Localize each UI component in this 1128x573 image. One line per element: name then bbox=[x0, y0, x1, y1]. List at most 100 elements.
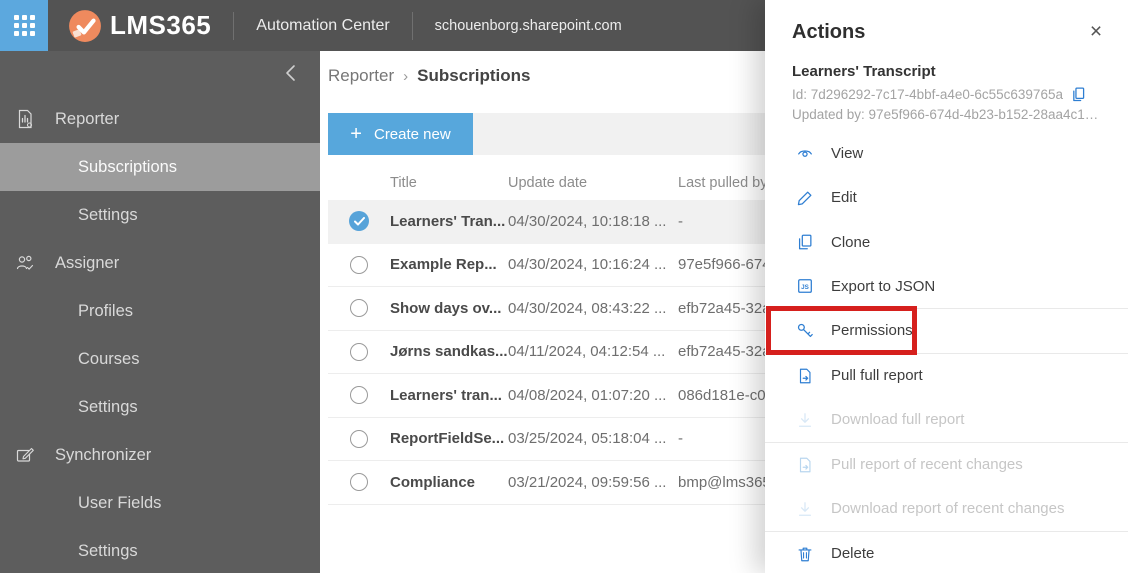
action-label: Edit bbox=[831, 189, 857, 207]
close-panel-button[interactable]: × bbox=[1084, 20, 1108, 44]
sidebar-item-synchronizer-settings[interactable]: Settings bbox=[0, 527, 320, 573]
row-radio[interactable] bbox=[350, 299, 368, 318]
header-title[interactable]: Title bbox=[390, 175, 508, 191]
download-icon bbox=[798, 501, 812, 516]
table-row[interactable]: Compliance 03/21/2024, 09:59:56 ... bmp@… bbox=[328, 461, 765, 505]
sidebar-item-label: Settings bbox=[78, 397, 138, 416]
row-radio[interactable] bbox=[350, 386, 368, 405]
lms365-logo-icon bbox=[69, 9, 101, 42]
subscriptions-table: Title Update date Last pulled by Learner… bbox=[328, 165, 765, 573]
action-export-json[interactable]: JS Export to JSON bbox=[765, 265, 1128, 309]
lms365-logo[interactable]: LMS365 bbox=[68, 9, 211, 43]
action-label: Clone bbox=[831, 233, 871, 251]
command-bar: + Create new bbox=[328, 113, 765, 155]
action-pull-full-report[interactable]: Pull full report bbox=[765, 354, 1128, 399]
sidebar-collapse-row bbox=[0, 51, 320, 95]
action-delete[interactable]: Delete bbox=[765, 532, 1128, 573]
create-new-button[interactable]: + Create new bbox=[328, 113, 473, 155]
table-row[interactable]: Learners' Tran... 04/30/2024, 10:18:18 .… bbox=[328, 200, 765, 244]
row-radio[interactable] bbox=[350, 473, 368, 492]
report-icon bbox=[18, 109, 33, 129]
sidebar-item-user-fields[interactable]: User Fields bbox=[0, 479, 320, 527]
sidebar-item-label: Settings bbox=[78, 205, 138, 224]
action-label: Permissions bbox=[831, 322, 913, 340]
action-label: Delete bbox=[831, 545, 875, 563]
key-icon bbox=[797, 323, 813, 337]
action-edit[interactable]: Edit bbox=[765, 176, 1128, 221]
panel-title: Actions bbox=[792, 21, 866, 43]
row-radio[interactable] bbox=[350, 342, 368, 361]
table-row[interactable]: Jørns sandkas... 04/11/2024, 04:12:54 ..… bbox=[328, 330, 765, 374]
sidebar-item-label: Synchronizer bbox=[55, 445, 152, 464]
sidebar-item-label: Assigner bbox=[55, 253, 120, 272]
plus-icon: + bbox=[350, 123, 362, 145]
copy-icon[interactable] bbox=[1070, 86, 1087, 103]
svg-text:JS: JS bbox=[801, 284, 809, 291]
action-label: View bbox=[831, 144, 864, 162]
app-launcher-button[interactable] bbox=[0, 0, 48, 51]
breadcrumb: Reporter › Subscriptions bbox=[328, 66, 531, 86]
sidebar-item-synchronizer[interactable]: Synchronizer bbox=[0, 431, 320, 479]
cell-title: ReportFieldSe... bbox=[390, 430, 505, 448]
trash-icon bbox=[798, 547, 812, 562]
action-permissions[interactable]: Permissions bbox=[765, 309, 1128, 354]
app-title: Automation Center bbox=[256, 16, 390, 34]
sidebar-item-label: Subscriptions bbox=[78, 157, 178, 176]
sidebar-item-assigner-settings[interactable]: Settings bbox=[0, 383, 320, 431]
brand-name: LMS365 bbox=[110, 10, 212, 40]
sidebar-item-label: Settings bbox=[78, 541, 138, 560]
cell-update-date: 04/11/2024, 04:12:54 ... bbox=[508, 343, 666, 361]
cell-last-pulled-by: efb72a45-32a bbox=[678, 343, 765, 361]
action-label: Pull report of recent changes bbox=[831, 456, 1023, 474]
selected-item-name: Learners' Transcript bbox=[792, 63, 936, 80]
table-row[interactable]: Show days ov... 04/30/2024, 08:43:22 ...… bbox=[328, 287, 765, 331]
actions-panel: Actions × Learners' Transcript Id: 7d296… bbox=[765, 0, 1128, 573]
cell-update-date: 03/21/2024, 09:59:56 ... bbox=[508, 473, 667, 491]
cell-last-pulled-by: - bbox=[678, 212, 683, 230]
cell-last-pulled-by: bmp@lms365 bbox=[678, 473, 765, 491]
action-label: Download report of recent changes bbox=[831, 500, 1065, 518]
sidebar-item-label: Profiles bbox=[78, 301, 134, 320]
sidebar-item-reporter-settings[interactable]: Settings bbox=[0, 191, 320, 239]
breadcrumb-current[interactable]: Subscriptions bbox=[417, 66, 530, 86]
synchronizer-icon bbox=[16, 447, 34, 462]
action-pull-recent-changes: Pull report of recent changes bbox=[765, 443, 1128, 488]
table-row[interactable]: ReportFieldSe... 03/25/2024, 05:18:04 ..… bbox=[328, 417, 765, 461]
download-icon bbox=[798, 412, 812, 427]
assigner-icon bbox=[16, 255, 34, 270]
sidebar-item-profiles[interactable]: Profiles bbox=[0, 287, 320, 335]
action-view[interactable]: View bbox=[765, 131, 1128, 176]
sidebar-item-courses[interactable]: Courses bbox=[0, 335, 320, 383]
selected-item-id-row: Id: 7d296292-7c17-4bbf-a4e0-6c55c639765a bbox=[792, 86, 1087, 103]
top-bar: LMS365 Automation Center schouenborg.sha… bbox=[0, 0, 765, 51]
row-radio[interactable] bbox=[350, 429, 368, 448]
breadcrumb-parent[interactable]: Reporter bbox=[328, 66, 394, 86]
table-header: Title Update date Last pulled by bbox=[328, 165, 765, 200]
sidebar-item-subscriptions[interactable]: Subscriptions bbox=[0, 143, 320, 191]
export-json-icon: JS bbox=[798, 279, 812, 294]
cell-last-pulled-by: - bbox=[678, 430, 683, 448]
collapse-sidebar-button[interactable] bbox=[278, 61, 302, 85]
cell-last-pulled-by: 97e5f966-674 bbox=[678, 256, 765, 274]
clone-icon bbox=[798, 234, 812, 250]
main-content: Reporter › Subscriptions + Create new Ti… bbox=[320, 51, 765, 573]
action-download-recent-changes: Download report of recent changes bbox=[765, 487, 1128, 532]
table-row[interactable]: Learners' tran... 04/08/2024, 01:07:20 .… bbox=[328, 374, 765, 418]
row-selected-radio[interactable] bbox=[349, 211, 369, 232]
row-radio[interactable] bbox=[350, 255, 368, 274]
waffle-icon bbox=[13, 15, 35, 36]
sidebar-item-assigner[interactable]: Assigner bbox=[0, 239, 320, 287]
view-icon bbox=[798, 150, 812, 158]
header-last-pulled-by[interactable]: Last pulled by bbox=[678, 175, 765, 191]
edit-icon bbox=[797, 191, 812, 205]
action-clone[interactable]: Clone bbox=[765, 220, 1128, 265]
app-window: LMS365 Automation Center schouenborg.sha… bbox=[0, 0, 1128, 573]
header-update-date[interactable]: Update date bbox=[508, 175, 678, 191]
cell-title: Learners' Tran... bbox=[390, 212, 506, 230]
sidebar-item-reporter[interactable]: Reporter bbox=[0, 95, 320, 143]
table-row[interactable]: Example Rep... 04/30/2024, 10:16:24 ... … bbox=[328, 243, 765, 287]
topbar-divider bbox=[233, 11, 235, 40]
check-icon bbox=[353, 216, 365, 226]
cell-title: Show days ov... bbox=[390, 299, 502, 317]
cell-update-date: 04/30/2024, 10:18:18 ... bbox=[508, 212, 667, 230]
